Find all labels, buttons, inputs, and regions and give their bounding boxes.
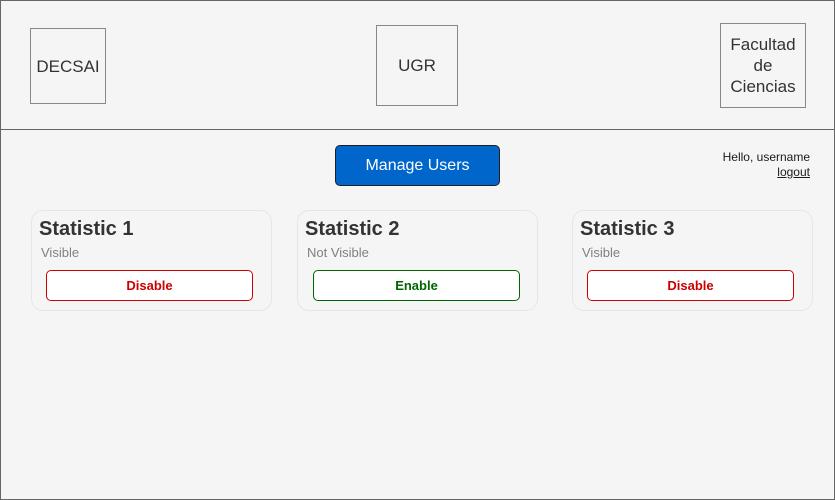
statistic-status: Visible [582, 245, 621, 260]
logo-facultad-ciencias-label: Facultad de Ciencias [730, 35, 796, 96]
statistic-status: Not Visible [307, 245, 369, 260]
page: DECSAI UGR Facultad de Ciencias Manage U… [0, 0, 835, 500]
user-area: Hello, username logout [723, 150, 810, 180]
statistic-title: Statistic 2 [305, 218, 400, 240]
manage-users-label: Manage Users [365, 156, 470, 174]
manage-users-button[interactable]: Manage Users [335, 145, 500, 186]
statistic-status: Visible [41, 245, 80, 260]
statistic-card-3: Statistic 3 Visible Disable [572, 210, 813, 311]
logo-decsai-label: DECSAI [36, 56, 100, 76]
logo-decsai: DECSAI [30, 28, 106, 104]
statistic-title: Statistic 3 [580, 218, 675, 240]
logo-ugr-label: UGR [398, 56, 436, 75]
enable-button[interactable]: Enable [313, 270, 520, 301]
statistic-title: Statistic 1 [39, 218, 134, 240]
disable-button[interactable]: Disable [46, 270, 253, 301]
logo-ugr: UGR [376, 25, 458, 106]
statistic-card-2: Statistic 2 Not Visible Enable [297, 210, 538, 311]
logo-facultad-ciencias: Facultad de Ciencias [720, 23, 806, 108]
logout-link[interactable]: logout [723, 165, 810, 180]
disable-button[interactable]: Disable [587, 270, 794, 301]
header: DECSAI UGR Facultad de Ciencias [1, 1, 834, 130]
statistic-card-1: Statistic 1 Visible Disable [31, 210, 272, 311]
user-greeting: Hello, username [722, 150, 810, 164]
